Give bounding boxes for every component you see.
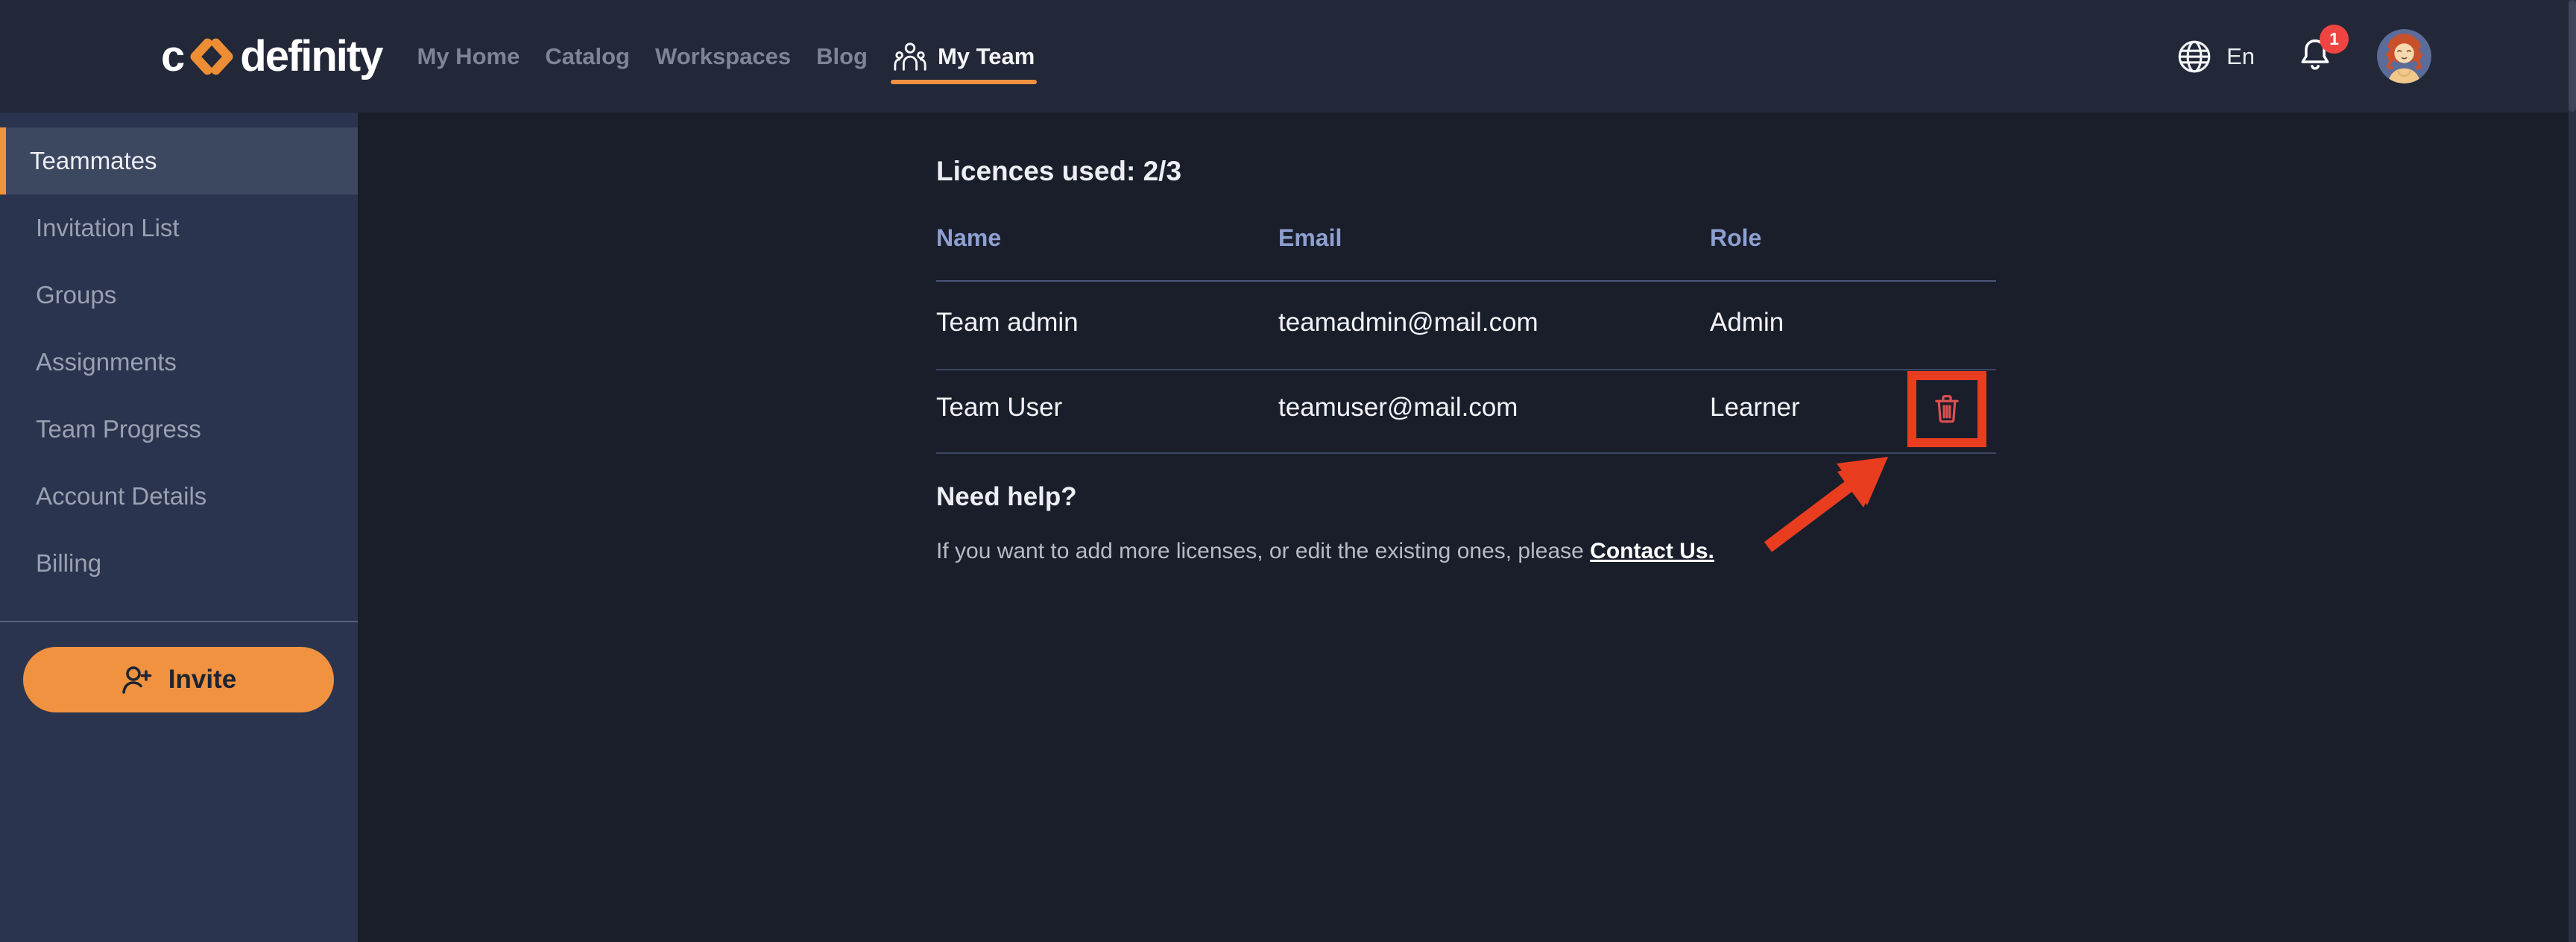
user-avatar[interactable] xyxy=(2377,29,2431,83)
cell-role: Admin xyxy=(1710,306,1784,339)
nav-item-workspaces[interactable]: Workspaces xyxy=(643,0,804,113)
sidebar-item-label: Assignments xyxy=(36,348,177,376)
column-header-email: Email xyxy=(1278,224,1342,252)
licenses-heading: Licences used: 2/3 xyxy=(936,156,1181,187)
team-people-icon xyxy=(893,39,927,74)
nav-label: My Team xyxy=(938,43,1035,70)
nav-label: Catalog xyxy=(545,43,630,70)
sidebar-item-invitation-list[interactable]: Invitation List xyxy=(0,195,358,262)
sidebar-divider xyxy=(0,621,358,622)
trash-icon xyxy=(1932,393,1962,426)
sidebar-item-team-progress[interactable]: Team Progress xyxy=(0,396,358,463)
sidebar-item-label: Invitation List xyxy=(36,214,180,242)
scrollbar-thumb[interactable] xyxy=(2569,0,2576,112)
help-text-body: If you want to add more licenses, or edi… xyxy=(936,539,1590,563)
nav-item-my-team[interactable]: My Team xyxy=(880,0,1047,113)
column-header-role: Role xyxy=(1710,224,1761,252)
logo-text-pre: c xyxy=(161,31,183,81)
main-nav: My Home Catalog Workspaces Blog xyxy=(405,0,1048,113)
column-header-name: Name xyxy=(936,224,1001,252)
contact-us-link[interactable]: Contact Us. xyxy=(1590,539,1714,563)
cell-role: Learner xyxy=(1710,391,1800,424)
nav-item-catalog[interactable]: Catalog xyxy=(532,0,643,113)
sidebar-item-label: Billing xyxy=(36,549,101,578)
notifications-button[interactable]: 1 xyxy=(2296,35,2334,78)
person-plus-icon xyxy=(121,665,154,695)
top-navbar: c definity My Home Catalog Workspaces Bl… xyxy=(0,0,2576,113)
codefinity-logo[interactable]: c definity xyxy=(161,0,382,113)
sidebar-item-label: Team Progress xyxy=(36,415,201,443)
page: c definity My Home Catalog Workspaces Bl… xyxy=(0,0,2576,942)
sidebar-item-label: Groups xyxy=(36,281,116,309)
sidebar: Teammates Invitation List Groups Assignm… xyxy=(0,113,358,942)
active-tab-underline xyxy=(891,80,1037,84)
teammates-panel: Licences used: 2/3 Name Email Role Team … xyxy=(936,113,2129,942)
language-switcher[interactable]: En xyxy=(2176,38,2255,75)
navbar-right: En 1 xyxy=(2176,0,2431,113)
table-header-divider xyxy=(936,280,1996,282)
nav-item-blog[interactable]: Blog xyxy=(804,0,880,113)
sidebar-item-label: Teammates xyxy=(30,147,157,175)
sidebar-item-billing[interactable]: Billing xyxy=(0,530,358,597)
invite-button-label: Invite xyxy=(168,665,236,695)
logo-chevrons-icon xyxy=(188,36,236,78)
invite-button[interactable]: Invite xyxy=(23,647,334,712)
nav-label: Blog xyxy=(816,43,868,70)
need-help-heading: Need help? xyxy=(936,482,1077,512)
language-label: En xyxy=(2226,43,2255,70)
annotation-arrow xyxy=(1744,440,1908,567)
nav-label: Workspaces xyxy=(655,43,791,70)
nav-item-my-home[interactable]: My Home xyxy=(405,0,533,113)
table-row-divider xyxy=(936,369,1996,370)
cell-name: Team User xyxy=(936,391,1062,424)
notification-badge: 1 xyxy=(2320,25,2349,54)
sidebar-item-label: Account Details xyxy=(36,482,206,510)
sidebar-item-account-details[interactable]: Account Details xyxy=(0,463,358,530)
delete-user-button[interactable] xyxy=(1932,393,1962,426)
help-text: If you want to add more licenses, or edi… xyxy=(936,539,1714,564)
logo-text-post: definity xyxy=(240,31,382,81)
annotation-highlight-rectangle xyxy=(1907,371,1986,447)
sidebar-item-assignments[interactable]: Assignments xyxy=(0,329,358,396)
cell-email: teamadmin@mail.com xyxy=(1278,306,1538,339)
scrollbar-track[interactable] xyxy=(2569,0,2576,942)
sidebar-item-teammates[interactable]: Teammates xyxy=(0,127,358,195)
avatar-image xyxy=(2377,29,2431,83)
globe-icon xyxy=(2176,38,2213,75)
cell-email: teamuser@mail.com xyxy=(1278,391,1518,424)
sidebar-item-groups[interactable]: Groups xyxy=(0,262,358,329)
cell-name: Team admin xyxy=(936,306,1079,339)
nav-label: My Home xyxy=(417,43,520,70)
